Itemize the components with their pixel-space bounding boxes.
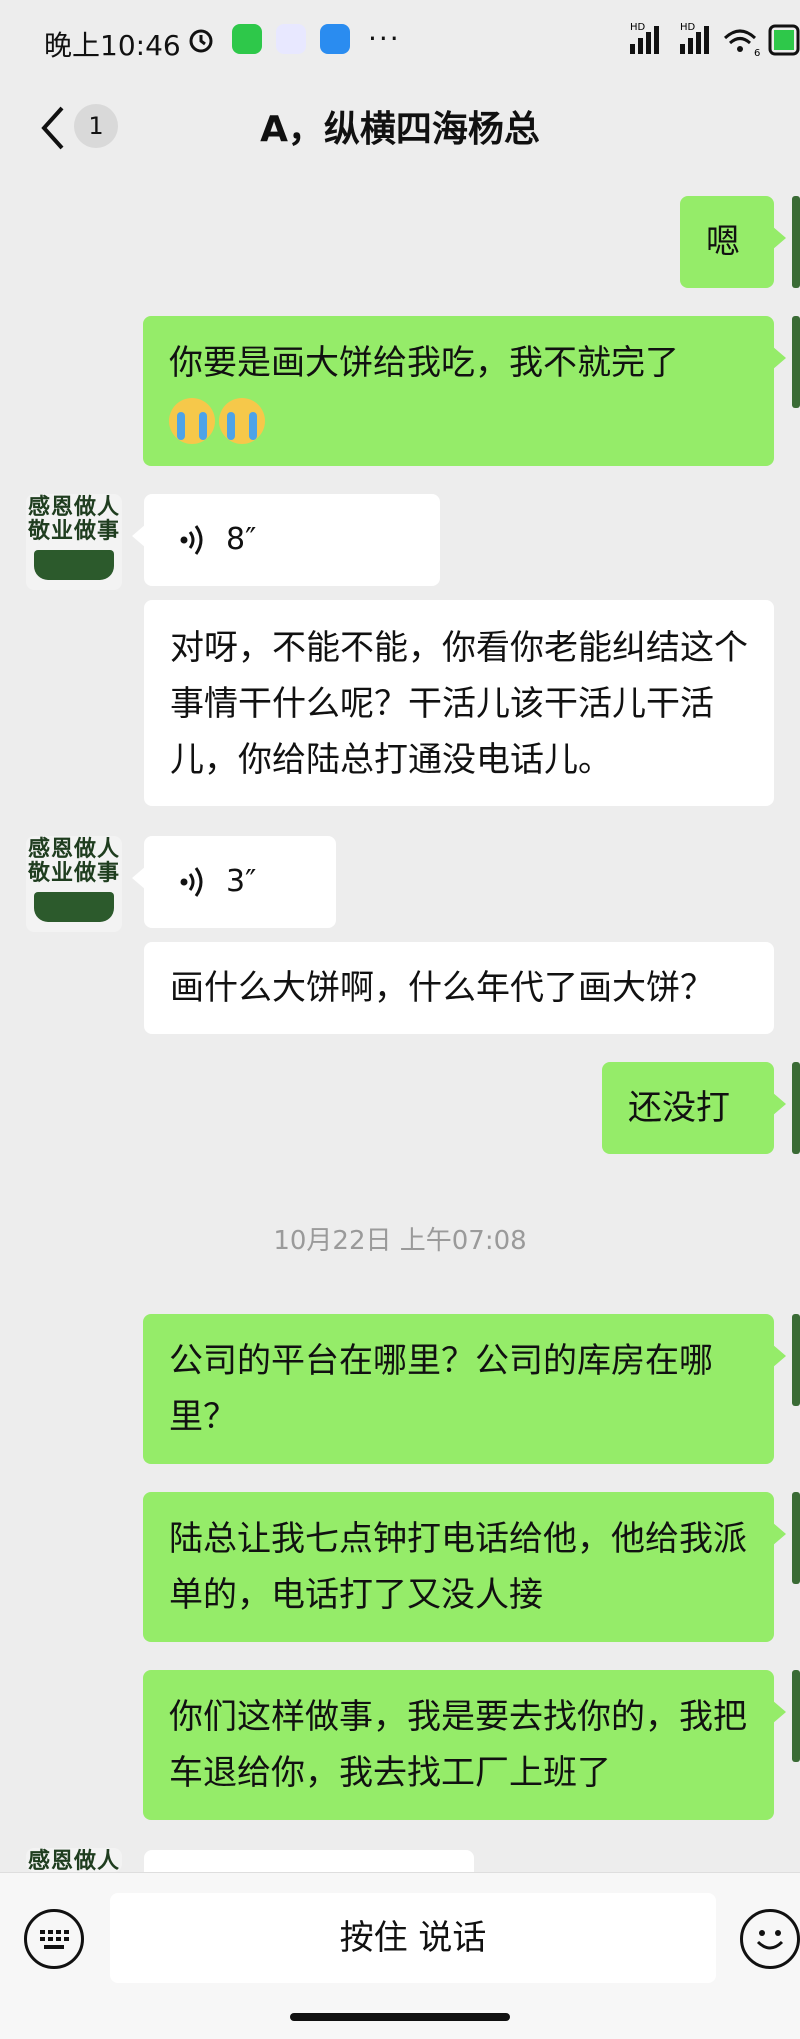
avatar[interactable]: 感恩做人 敬业做事 bbox=[26, 836, 122, 932]
voice-wave-icon bbox=[180, 867, 203, 897]
message-text: 嗯 bbox=[706, 222, 740, 262]
voice-wave-icon bbox=[180, 525, 203, 555]
signal-wifi-battery-icons: HD HD 6 bbox=[630, 22, 800, 58]
app-icon bbox=[320, 24, 350, 54]
message-bubble-sent[interactable]: 公司的平台在哪里？公司的库房在哪里？ bbox=[143, 1314, 786, 1464]
message-bubble-sent[interactable]: 还没打 bbox=[602, 1062, 786, 1154]
home-indicator[interactable] bbox=[290, 2013, 510, 2021]
message-bubble-sent[interactable]: 你们这样做事，我是要去找你的，我把车退给你，我去找工厂上班了 bbox=[143, 1670, 786, 1820]
message-text: 你们这样做事，我是要去找你的，我把车退给你，我去找工厂上班了 bbox=[169, 1697, 747, 1793]
voice-duration: 8″ bbox=[226, 522, 257, 557]
avatar-text: 感恩做人 敬业做事 bbox=[28, 1849, 121, 1873]
own-avatar-edge bbox=[792, 196, 800, 288]
voice-message[interactable]: 8″ bbox=[132, 494, 440, 586]
message-text: 陆总让我七点钟打电话给他，他给我派单的，电话打了又没人接 bbox=[169, 1519, 747, 1615]
keyboard-toggle-button[interactable] bbox=[24, 1909, 84, 1969]
message-bubble-partial[interactable] bbox=[144, 1850, 474, 1872]
message-text: 还没打 bbox=[628, 1088, 730, 1128]
voice-message[interactable]: 3″ bbox=[132, 836, 336, 928]
more-notifications-icon: ··· bbox=[368, 22, 401, 55]
emoji-button[interactable] bbox=[740, 1909, 800, 1969]
avatar-text: 感恩做人 敬业做事 bbox=[28, 495, 121, 544]
message-text: 画什么大饼啊，什么年代了画大饼？ bbox=[170, 968, 714, 1008]
crying-emoji-icon bbox=[169, 397, 215, 444]
status-time: 晚上10:46 bbox=[44, 29, 181, 62]
message-bubble-sent[interactable]: 你要是画大饼给我吃，我不就完了 bbox=[143, 316, 786, 466]
message-bubble-sent[interactable]: 嗯 bbox=[680, 196, 786, 288]
message-bubble-sent[interactable]: 陆总让我七点钟打电话给他，他给我派单的，电话打了又没人接 bbox=[143, 1492, 786, 1642]
wechat-icon bbox=[232, 24, 262, 54]
smiley-icon bbox=[756, 1930, 784, 1950]
message-bubble-received[interactable]: 对呀，不能不能，你看你老能纠结这个事情干什么呢？干活儿该干活儿干活儿，你给陆总打… bbox=[144, 600, 774, 806]
svg-text:6: 6 bbox=[754, 48, 760, 58]
keyboard-icon bbox=[40, 1930, 69, 1949]
own-avatar-edge bbox=[792, 316, 800, 408]
svg-text:HD: HD bbox=[680, 22, 696, 33]
chat-header: 1 A，纵横四海杨总 bbox=[0, 80, 800, 176]
crying-emoji-icon bbox=[219, 397, 265, 444]
svg-text:HD: HD bbox=[630, 22, 646, 33]
voice-duration: 3″ bbox=[226, 864, 257, 899]
status-bar: 晚上10:46 ··· HD HD 6 bbox=[0, 0, 800, 80]
message-bubble-received[interactable]: 画什么大饼啊，什么年代了画大饼？ bbox=[144, 942, 774, 1034]
chat-title: A，纵横四海杨总 bbox=[260, 109, 540, 150]
message-text: 对呀，不能不能，你看你老能纠结这个事情干什么呢？干活儿该干活儿干活儿，你给陆总打… bbox=[170, 628, 748, 780]
input-bar: 按住 说话 bbox=[0, 1872, 800, 2039]
alarm-icon bbox=[189, 29, 213, 53]
message-timestamp: 10月22日 上午07:08 bbox=[273, 1226, 527, 1256]
message-text: 你要是画大饼给我吃，我不就完了 bbox=[169, 343, 679, 383]
message-text: 公司的平台在哪里？公司的库房在哪里？ bbox=[169, 1341, 713, 1437]
avatar-text: 感恩做人 敬业做事 bbox=[28, 837, 121, 886]
own-avatar-edge bbox=[792, 1062, 800, 1154]
video-app-icon bbox=[276, 24, 306, 54]
hold-to-talk-button[interactable]: 按住 说话 bbox=[110, 1893, 716, 1983]
avatar[interactable]: 感恩做人 敬业做事 bbox=[26, 494, 122, 590]
own-avatar-edge bbox=[792, 1670, 800, 1762]
own-avatar-edge bbox=[792, 1492, 800, 1584]
avatar[interactable]: 感恩做人 敬业做事 bbox=[26, 1848, 122, 1872]
own-avatar-edge bbox=[792, 1314, 800, 1406]
